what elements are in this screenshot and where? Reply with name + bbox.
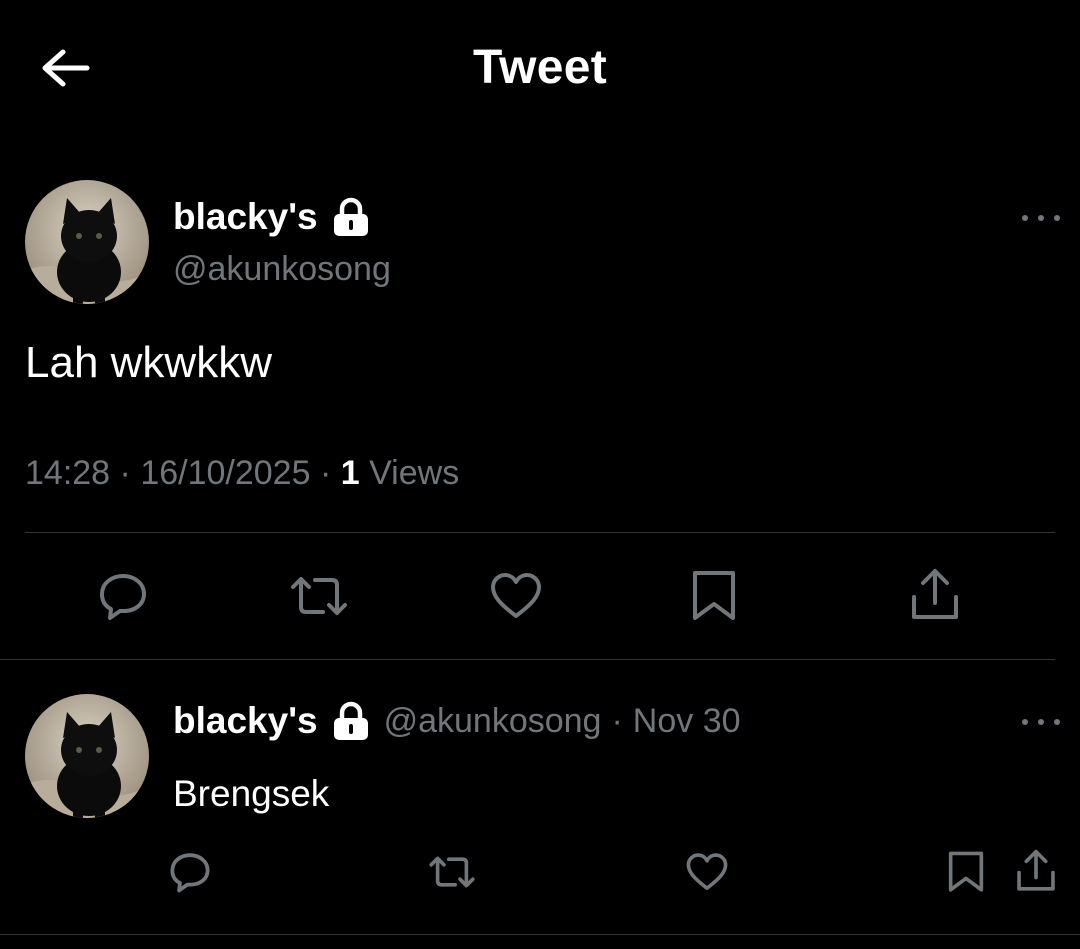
reply-icon[interactable] [97, 568, 149, 624]
page-title: Tweet [473, 41, 607, 94]
share-icon[interactable] [906, 566, 964, 624]
reply-text: Brengsek [173, 773, 330, 814]
more-options-icon[interactable] [1022, 719, 1060, 731]
bookmark-icon[interactable] [944, 850, 988, 894]
divider [25, 532, 1055, 533]
like-icon[interactable] [489, 568, 543, 624]
views-count[interactable]: 1 [341, 454, 360, 492]
retweet-icon[interactable] [288, 568, 350, 624]
display-name[interactable]: blacky's [173, 196, 318, 238]
views-label[interactable]: Views [369, 454, 459, 492]
tweet-text: Lah wkwkkw [25, 338, 272, 387]
handle[interactable]: @akunkosong [384, 702, 602, 741]
divider [0, 934, 1080, 935]
meta-separator: · [611, 701, 623, 740]
reply-date: Nov 30 [632, 701, 741, 740]
reply-author-row: blacky's @akunkosong · Nov 30 [173, 700, 741, 742]
more-options-icon[interactable] [1022, 215, 1060, 227]
lock-icon [332, 197, 370, 237]
divider [0, 659, 1055, 660]
retweet-icon[interactable] [427, 850, 477, 894]
meta-separator: · [319, 454, 332, 492]
reply-icon[interactable] [168, 850, 212, 894]
meta-separator: · [119, 454, 131, 492]
avatar[interactable] [25, 694, 149, 818]
tweet-time: 14:28 [25, 454, 111, 492]
avatar[interactable] [25, 180, 149, 304]
tweet-meta: 14:28 · 16/10/2025 · 1 Views [25, 454, 459, 493]
handle[interactable]: @akunkosong [173, 250, 391, 289]
share-icon[interactable] [1012, 848, 1060, 894]
bookmark-icon[interactable] [689, 568, 739, 624]
like-icon[interactable] [685, 850, 729, 894]
display-name[interactable]: blacky's [173, 700, 318, 742]
author-name-row: blacky's [173, 196, 370, 238]
lock-icon [332, 701, 370, 741]
tweet-date: 16/10/2025 [140, 454, 311, 492]
